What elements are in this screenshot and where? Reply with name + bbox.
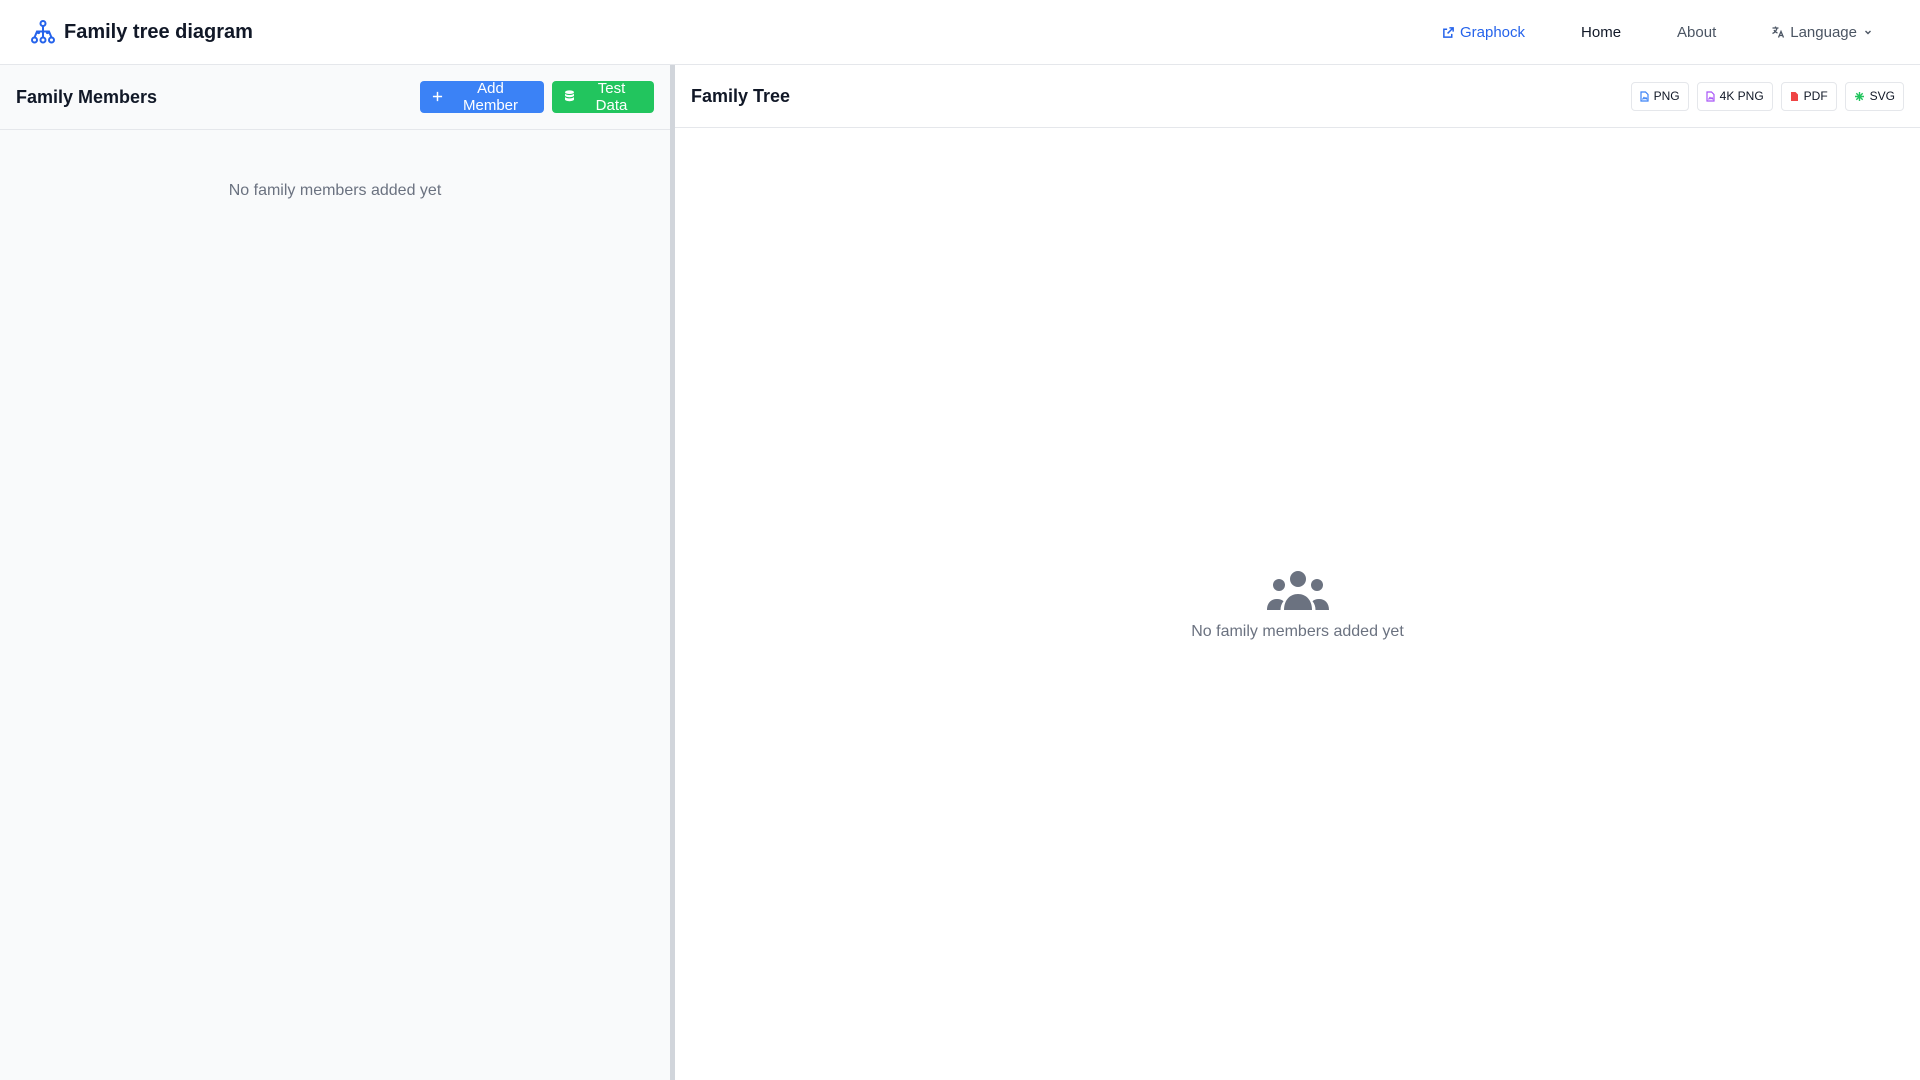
- file-image-icon: [1706, 90, 1715, 102]
- members-empty-state: No family members added yet: [228, 182, 442, 199]
- test-data-label: Test Data: [595, 80, 628, 114]
- tree-empty-state: No family members added yet: [675, 570, 1920, 641]
- export-actions: PNG 4K PNG PDF SVG: [1630, 81, 1904, 111]
- export-svg-label: SVG: [1869, 89, 1895, 103]
- export-4k-png-label: 4K PNG: [1719, 89, 1764, 103]
- export-4k-png-button[interactable]: 4K PNG: [1696, 81, 1773, 111]
- nav-graphock-label: Graphock: [1459, 23, 1526, 41]
- add-member-button[interactable]: Add Member: [420, 80, 544, 114]
- external-link-icon: [1442, 26, 1455, 39]
- family-tree-panel: Family Tree PNG 4K PNG PDF SVG No family…: [675, 65, 1920, 1080]
- export-png-button[interactable]: PNG: [1630, 81, 1689, 111]
- file-pdf-icon: [1790, 91, 1799, 102]
- export-pdf-button[interactable]: PDF: [1780, 81, 1837, 111]
- export-pdf-label: PDF: [1803, 89, 1828, 103]
- family-members-title: Family Members: [16, 86, 158, 107]
- app-header: Family tree diagram Graphock Home About: [0, 0, 1920, 65]
- vector-icon: [1854, 91, 1865, 102]
- add-member-label: Add Member: [462, 80, 518, 114]
- tree-empty-text: No family members added yet: [1191, 623, 1404, 640]
- file-image-icon: [1640, 90, 1649, 102]
- test-data-button[interactable]: Test Data: [552, 80, 654, 114]
- database-icon: [564, 89, 575, 106]
- language-label: Language: [1790, 23, 1857, 41]
- export-svg-button[interactable]: SVG: [1844, 81, 1904, 111]
- brand[interactable]: Family tree diagram: [30, 19, 253, 45]
- translate-icon: [1771, 25, 1785, 39]
- family-tree-title: Family Tree: [691, 85, 791, 106]
- chevron-down-icon: [1862, 26, 1874, 38]
- export-png-label: PNG: [1653, 89, 1680, 103]
- language-dropdown[interactable]: Language: [1771, 24, 1874, 41]
- top-nav: Graphock Home About Language: [1442, 0, 1890, 64]
- family-tree-header: Family Tree PNG 4K PNG PDF SVG: [675, 65, 1920, 128]
- sitemap-icon: [30, 19, 56, 45]
- plus-icon: [432, 89, 443, 106]
- users-icon: [1266, 570, 1329, 610]
- member-actions: Add Member Test Data: [420, 80, 654, 114]
- family-members-header: Family Members Add Member Test Data: [0, 65, 670, 130]
- nav-about-link[interactable]: About: [1677, 24, 1716, 41]
- family-members-panel: Family Members Add Member Test Data No f…: [0, 65, 670, 1080]
- nav-graphock-link[interactable]: Graphock: [1442, 24, 1525, 41]
- app-title: Family tree diagram: [64, 20, 253, 43]
- nav-home-link[interactable]: Home: [1581, 24, 1621, 41]
